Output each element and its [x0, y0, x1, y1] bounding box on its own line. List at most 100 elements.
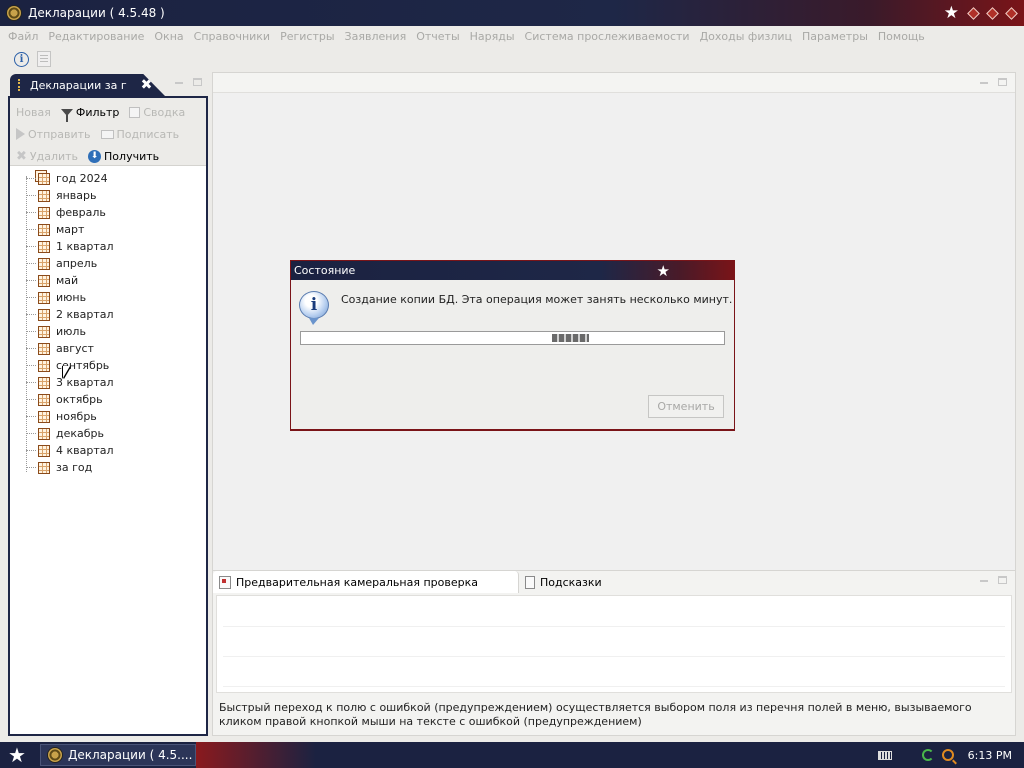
editor-window-controls: [980, 78, 1007, 86]
tree-item[interactable]: сентябрь: [10, 357, 206, 374]
menu-traceability[interactable]: Система прослеживаемости: [525, 30, 690, 43]
tree-item-label: июнь: [56, 291, 87, 304]
tree-item[interactable]: март: [10, 221, 206, 238]
dialog-title-bar[interactable]: Состояние ★: [291, 261, 734, 280]
menu-reports[interactable]: Отчеты: [416, 30, 459, 43]
delete-button[interactable]: ✖ Удалить: [16, 149, 78, 164]
menu-income[interactable]: Доходы физлиц: [700, 30, 792, 43]
hint-text: Быстрый переход к полю с ошибкой (предуп…: [219, 701, 972, 728]
download-icon: ⬇: [88, 149, 102, 163]
delete-label: Удалить: [29, 149, 79, 163]
tree-item[interactable]: май: [10, 272, 206, 289]
title-bar[interactable]: Декларации ( 4.5.48 ) ★: [0, 0, 1024, 26]
progress-bar: [300, 331, 725, 345]
tab-declarations[interactable]: Декларации за г ✖: [10, 74, 165, 96]
menu-help[interactable]: Помощь: [878, 30, 925, 43]
tree-item[interactable]: апрель: [10, 255, 206, 272]
cancel-button[interactable]: Отменить: [648, 395, 724, 418]
star-icon[interactable]: ★: [944, 5, 959, 22]
tree-item[interactable]: июнь: [10, 289, 206, 306]
send-button[interactable]: Отправить: [16, 128, 91, 141]
tree-item[interactable]: 1 квартал: [10, 238, 206, 255]
filter-label: Фильтр: [75, 105, 120, 119]
svodka-button[interactable]: Сводка: [129, 106, 185, 119]
close-tab-icon[interactable]: ✖: [141, 77, 153, 93]
start-button[interactable]: ★: [0, 742, 34, 768]
declaration-icon: [18, 79, 24, 91]
divider: [223, 656, 1005, 657]
page-icon: [524, 575, 535, 589]
menu-registers[interactable]: Регистры: [280, 30, 334, 43]
minimize-icon[interactable]: [980, 82, 988, 84]
bottom-tabs: Предварительная камеральная проверка Под…: [213, 571, 1015, 593]
tree-item[interactable]: октябрь: [10, 391, 206, 408]
menu-orders[interactable]: Наряды: [470, 30, 515, 43]
panel-toolbar: Новая Фильтр Сводка Отправить Подписать …: [10, 98, 206, 166]
tree-item[interactable]: за год: [10, 459, 206, 476]
info-icon[interactable]: i: [14, 51, 29, 67]
table-icon: [38, 240, 50, 253]
tree-item[interactable]: январь: [10, 187, 206, 204]
filter-button[interactable]: Фильтр: [60, 105, 120, 122]
document-icon[interactable]: [37, 51, 51, 67]
window-controls: ★: [944, 5, 1018, 22]
info-icon: i: [299, 291, 329, 325]
tree-item-label: февраль: [56, 206, 106, 219]
tree-item-label: декабрь: [56, 427, 105, 440]
menu-file[interactable]: Файл: [8, 30, 38, 43]
table-icon: [38, 172, 50, 185]
table-icon: [38, 427, 50, 440]
minimize-icon[interactable]: [175, 82, 183, 84]
taskbar-app-button[interactable]: Декларации ( 4.5....: [40, 744, 196, 766]
menu-edit[interactable]: Редактирование: [48, 30, 144, 43]
sign-button[interactable]: Подписать: [100, 128, 179, 141]
tree-item[interactable]: февраль: [10, 204, 206, 221]
tab-declarations-label: Декларации за г: [30, 78, 127, 92]
search-icon[interactable]: [941, 749, 954, 761]
close-button[interactable]: [1005, 6, 1018, 20]
tree-item[interactable]: декабрь: [10, 425, 206, 442]
tree-item[interactable]: 4 квартал: [10, 442, 206, 459]
taskbar-glow: [196, 742, 316, 768]
tool-row: Новая Фильтр Сводка: [14, 101, 202, 123]
table-icon: [38, 291, 50, 304]
menu-windows[interactable]: Окна: [154, 30, 183, 43]
maximize-icon[interactable]: [998, 576, 1007, 584]
tree-item[interactable]: 3 квартал: [10, 374, 206, 391]
tab-hints-label: Подсказки: [539, 575, 602, 589]
sync-icon[interactable]: [921, 749, 934, 761]
new-label: Новая: [16, 105, 51, 119]
table-icon: [38, 206, 50, 219]
maximize-icon[interactable]: [193, 78, 202, 86]
tree-item[interactable]: 2 квартал: [10, 306, 206, 323]
star-icon: ★: [656, 262, 670, 280]
minimize-button[interactable]: [967, 6, 980, 20]
delete-icon: ✖: [16, 148, 27, 164]
menu-directories[interactable]: Справочники: [194, 30, 270, 43]
tree-item[interactable]: август: [10, 340, 206, 357]
tree-item[interactable]: ноябрь: [10, 408, 206, 425]
new-button[interactable]: Новая: [16, 106, 51, 119]
bottom-panel: Предварительная камеральная проверка Под…: [212, 570, 1016, 736]
tab-preliminary-check[interactable]: Предварительная камеральная проверка: [213, 571, 519, 593]
app-icon: [47, 747, 63, 763]
tree-item[interactable]: июль: [10, 323, 206, 340]
receive-button[interactable]: ⬇ Получить: [88, 149, 159, 163]
tab-hints[interactable]: Подсказки: [519, 571, 608, 593]
keyboard-icon[interactable]: [877, 750, 892, 760]
tree-item-label: 1 квартал: [56, 240, 114, 253]
menu-applications[interactable]: Заявления: [345, 30, 407, 43]
tab-preliminary-check-label: Предварительная камеральная проверка: [236, 575, 478, 589]
maximize-button[interactable]: [986, 6, 999, 20]
send-label: Отправить: [28, 127, 91, 141]
minimize-icon[interactable]: [980, 580, 988, 582]
tree-item-label: июль: [56, 325, 86, 338]
tree-item-label: март: [56, 223, 85, 236]
maximize-icon[interactable]: [998, 78, 1007, 86]
system-tray: 6:13 PM: [877, 742, 1024, 768]
table-icon: [38, 376, 50, 389]
editor-tab-row: [213, 73, 1015, 93]
table-icon: [38, 461, 50, 474]
tree-item-year[interactable]: год 2024: [10, 170, 206, 187]
menu-settings[interactable]: Параметры: [802, 30, 868, 43]
